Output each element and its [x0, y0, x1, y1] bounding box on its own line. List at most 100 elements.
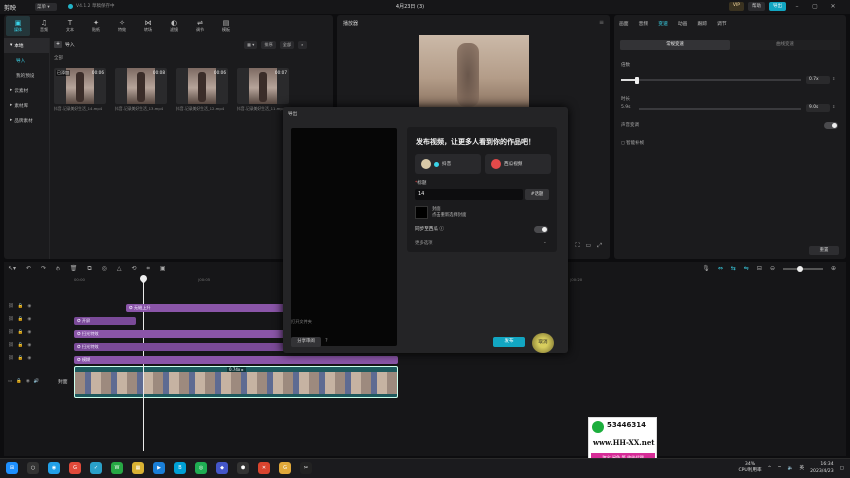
cancel-button[interactable]: 取消 [532, 333, 554, 353]
timeline-clip[interactable]: ✪ 扫光特效 [74, 343, 289, 351]
sort-button[interactable]: 排序 [261, 41, 276, 49]
mic-icon[interactable]: 🎙 [702, 265, 710, 272]
taskbar-app-7[interactable]: ▶ [153, 462, 165, 474]
prop-tab-1[interactable]: 音频 [639, 20, 649, 27]
network-icon[interactable]: ⌔ [777, 465, 781, 471]
sidebar-item-5[interactable]: ▸ 品牌素材 [4, 113, 49, 128]
media-thumb[interactable]: 已添加 00:06 [54, 68, 106, 104]
timeline-clip[interactable]: ✪ 模糊 [74, 356, 398, 364]
zoom-out-icon[interactable]: ⊖ [770, 265, 775, 272]
audio-icon[interactable]: 🔊 [34, 379, 40, 384]
prop-tab-3[interactable]: 动画 [678, 20, 688, 27]
taskbar-app-6[interactable]: ▦ [132, 462, 144, 474]
maximize-icon[interactable]: ▢ [808, 3, 822, 10]
media-thumb[interactable]: 00:08 [115, 68, 167, 104]
taskbar-app-8[interactable]: B [174, 462, 186, 474]
video-preview[interactable] [419, 35, 529, 107]
tool-tab-3[interactable]: ✦ 贴纸 [84, 16, 108, 36]
platform-xigua[interactable]: 西瓜视频 [485, 154, 551, 174]
delete-icon[interactable]: 🗑 [70, 265, 78, 273]
main-video-clip[interactable]: 0.74x ▸ [74, 366, 398, 398]
help-icon[interactable]: ? [325, 338, 328, 344]
eye-icon[interactable]: ◉ [27, 304, 31, 309]
eye-icon[interactable]: ◉ [27, 356, 31, 361]
redo-icon[interactable]: ↷ [41, 265, 46, 273]
tool-tab-2[interactable]: T 文本 [58, 16, 82, 36]
split-icon[interactable]: ⫛ [56, 265, 60, 273]
prop-tab-4[interactable]: 跟踪 [697, 20, 707, 27]
sidebar-item-4[interactable]: ▸ 素材库 [4, 98, 49, 113]
prop-tab-5[interactable]: 调节 [717, 20, 727, 27]
stepper-icon[interactable]: ⇕ [832, 104, 835, 109]
record-icon[interactable]: ◎ [102, 265, 107, 273]
fit-icon[interactable]: ⛶ [575, 242, 579, 250]
sidebar-item-3[interactable]: ▸ 云素材 [4, 83, 49, 98]
taskbar-app-14[interactable]: ✂ [300, 462, 312, 474]
sidebar-item-0[interactable]: ▾ 本地 [4, 38, 49, 53]
eye-icon[interactable]: ◉ [27, 343, 31, 348]
taskbar-app-5[interactable]: W [111, 462, 123, 474]
pitch-toggle[interactable] [824, 122, 838, 129]
tool-tab-5[interactable]: ⋈ 转场 [136, 16, 160, 36]
minimize-icon[interactable]: – [790, 3, 804, 10]
duration-track[interactable] [639, 108, 801, 110]
media-thumb[interactable]: 00:06 [176, 68, 228, 104]
freeze-icon[interactable]: ⧉ [87, 265, 91, 273]
chevron-down-icon[interactable]: ⌄ [543, 240, 547, 245]
sidebar-item-2[interactable]: 我的预设 [4, 68, 49, 83]
prop-tab-2[interactable]: 变速 [658, 20, 668, 27]
tool-tab-4[interactable]: ✧ 特效 [110, 16, 134, 36]
tool-tab-0[interactable]: ▣ 媒体 [6, 16, 30, 36]
cover-label[interactable]: 封面 [58, 378, 68, 385]
sync-toggle[interactable] [534, 226, 548, 233]
crop-icon[interactable]: ⌗ [147, 265, 150, 273]
media-thumb[interactable]: 00:07 [237, 68, 289, 104]
cover-thumbnail[interactable] [415, 206, 428, 219]
lock-icon[interactable]: 🔒 [18, 356, 24, 361]
help-button[interactable]: 帮助 [748, 2, 765, 11]
link-icon[interactable]: ⛓ [8, 304, 14, 309]
chevron-up-icon[interactable]: ^ [768, 466, 772, 471]
reset-button[interactable]: 重置 [809, 246, 839, 255]
taskbar-app-4[interactable]: ✓ [90, 462, 102, 474]
menu-icon[interactable]: ≡ [599, 19, 604, 26]
speed-slider-knob[interactable] [635, 76, 640, 84]
import-button[interactable]: + 导入 [54, 41, 75, 48]
duration-value[interactable]: 9.0s [806, 104, 830, 112]
more-options[interactable]: 更多选项 [415, 240, 433, 246]
link-icon[interactable]: ⛓ [8, 330, 14, 335]
zoom-slider[interactable] [782, 265, 823, 272]
lock-icon[interactable]: 🔒 [18, 343, 24, 348]
fullscreen-icon[interactable]: ⤢ [597, 242, 602, 250]
rotate-icon[interactable]: ⟲ [131, 265, 136, 273]
mirror-icon[interactable]: △ [117, 265, 122, 273]
tool-tab-6[interactable]: ◐ 滤镜 [162, 16, 186, 36]
close-icon[interactable]: ✕ [826, 3, 840, 10]
lock-icon[interactable]: 🔒 [16, 379, 22, 384]
zoom-in-icon[interactable]: ⊕ [831, 265, 836, 272]
zoom-knob[interactable] [796, 265, 803, 272]
undo-icon[interactable]: ↶ [26, 265, 31, 273]
speed-slider[interactable] [621, 76, 801, 84]
topic-button[interactable]: #话题 [525, 189, 549, 200]
ratio-icon[interactable]: ▭ [586, 242, 592, 250]
title-input[interactable]: 14 [415, 189, 523, 200]
snap-icon[interactable]: ⇋ [744, 265, 749, 272]
volume-icon[interactable]: 🔈 [788, 466, 794, 471]
tool-tab-7[interactable]: ⇌ 调节 [188, 16, 212, 36]
timeline-clip[interactable]: ✪ 开屏 [74, 317, 136, 325]
timeline-clip[interactable]: ✪ 扫光特效 [74, 330, 289, 338]
speed-mode-tab-1[interactable]: 曲线变速 [730, 40, 840, 50]
eye-icon[interactable]: ◉ [27, 317, 31, 322]
film-icon[interactable]: ▭ [8, 379, 12, 384]
lock-icon[interactable]: 🔒 [18, 317, 24, 322]
link-icon[interactable]: ⛓ [8, 343, 14, 348]
view-toggle[interactable]: ▦ ▾ [244, 41, 258, 49]
select-icon[interactable]: ↖▾ [8, 265, 16, 273]
eye-icon[interactable]: ◉ [27, 330, 31, 335]
tool-tab-8[interactable]: ▤ 模板 [214, 16, 238, 36]
link-icon[interactable]: ⇔ [718, 265, 723, 272]
taskbar-app-10[interactable]: ◆ [216, 462, 228, 474]
prop-tab-0[interactable]: 画面 [619, 20, 629, 27]
tool-tab-1[interactable]: ♫ 音频 [32, 16, 56, 36]
